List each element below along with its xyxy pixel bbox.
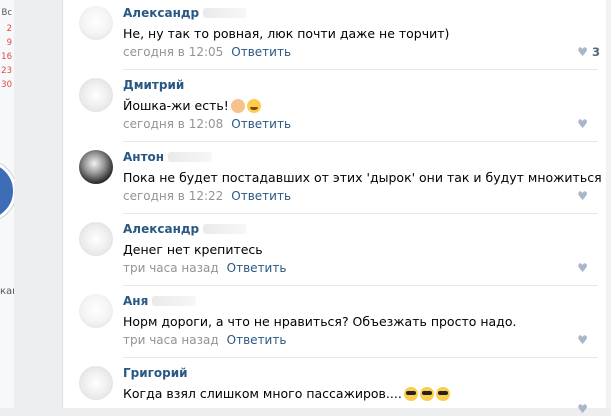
reply-button[interactable]: Ответить [227, 333, 287, 347]
comment: Антон Пока не будет постадавших от этих … [63, 144, 611, 214]
comment: Александр Не, ну так то ровная, люк почт… [63, 0, 611, 70]
comment-author[interactable]: Александр [123, 6, 248, 20]
comment-text: Пока не будет постадавших от этих 'дырок… [123, 170, 602, 185]
like-count[interactable]: 3 [592, 45, 600, 59]
reply-button[interactable]: Ответить [231, 189, 291, 203]
comment-author[interactable]: Дмитрий [123, 78, 184, 92]
divider [123, 285, 598, 286]
blurred-surname [203, 224, 248, 234]
sunglasses-face-icon [419, 387, 434, 401]
community-avatar[interactable] [0, 160, 14, 222]
reply-button[interactable]: Ответить [227, 261, 287, 275]
comment-text: Не, ну так то ровная, люк почти даже не … [123, 26, 450, 41]
comment-time[interactable]: три часа назад [123, 261, 219, 275]
blurred-surname [152, 296, 197, 306]
reply-button[interactable]: Ответить [231, 45, 291, 59]
sunglasses-face-icon [435, 387, 450, 401]
avatar[interactable] [79, 222, 113, 256]
side-text-fragment: кам [0, 286, 14, 297]
calendar-day[interactable]: 23 [1, 64, 12, 78]
divider [123, 357, 598, 358]
comment-meta: три часа назад Ответить [123, 333, 286, 347]
comment-time[interactable]: сегодня в 12:22 [123, 189, 223, 203]
comment-time[interactable]: сегодня в 12:08 [123, 117, 223, 131]
comment: Григорий Когда взял слишком много пассаж… [63, 360, 611, 416]
sunglasses-face-icon [403, 387, 418, 401]
divider [123, 141, 598, 142]
comment: Аня Норм дороги, а что не нравиться? Объ… [63, 288, 611, 358]
comment-text: Когда взял слишком много пассажиров.... [123, 386, 450, 401]
calendar-day[interactable]: 9 [1, 36, 12, 50]
heart-icon[interactable]: ♥ [577, 402, 588, 416]
comment-author[interactable]: Григорий [123, 366, 188, 380]
comment-meta: сегодня в 12:22 Ответить [123, 189, 291, 203]
blurred-surname [168, 152, 213, 162]
heart-icon[interactable]: ♥ [577, 261, 588, 275]
avatar[interactable] [79, 294, 113, 328]
comment-meta: сегодня в 12:08 Ответить [123, 117, 291, 131]
calendar-days: 2 9 16 23 30 [1, 22, 12, 92]
comment-text: Йошка-жи есть! [123, 98, 261, 113]
comment-author[interactable]: Александр [123, 222, 248, 236]
calendar-day[interactable]: 2 [1, 22, 12, 36]
left-column: Вс 2 9 16 23 30 кам [0, 0, 14, 408]
divider [123, 213, 598, 214]
avatar[interactable] [79, 150, 113, 184]
avatar[interactable] [79, 78, 113, 112]
comment: Дмитрий Йошка-жи есть! сегодня в 12:08 От… [63, 72, 611, 142]
comment-text: Денег нет крепитесь [123, 242, 263, 257]
calendar-day[interactable]: 16 [1, 50, 12, 64]
heart-icon[interactable]: ♥ [577, 45, 588, 59]
comment-time[interactable]: три часа назад [123, 333, 219, 347]
heart-icon[interactable]: ♥ [577, 333, 588, 347]
comments-panel: Александр Не, ну так то ровная, люк почт… [62, 0, 611, 416]
reply-button[interactable]: Ответить [231, 117, 291, 131]
scrollbar[interactable] [606, 0, 611, 408]
blurred-surname [203, 8, 248, 18]
comment-author[interactable]: Аня [123, 294, 197, 308]
heart-icon[interactable]: ♥ [577, 117, 588, 131]
calendar-day[interactable]: 30 [1, 78, 12, 92]
comment: Александр Денег нет крепитесь три часа н… [63, 216, 611, 286]
comment-author[interactable]: Антон [123, 150, 213, 164]
comment-meta: сегодня в 12:05 Ответить [123, 45, 291, 59]
calendar-weekday: Вс [1, 8, 12, 18]
divider [123, 69, 598, 70]
rofl-face-icon [246, 99, 261, 113]
comment-meta: три часа назад Ответить [123, 261, 286, 275]
heart-icon[interactable]: ♥ [577, 189, 588, 203]
ok-hand-icon [230, 99, 245, 113]
avatar[interactable] [79, 366, 113, 400]
comment-time[interactable]: сегодня в 12:05 [123, 45, 223, 59]
avatar[interactable] [79, 6, 113, 40]
comment-text: Норм дороги, а что не нравиться? Объезжа… [123, 314, 517, 329]
